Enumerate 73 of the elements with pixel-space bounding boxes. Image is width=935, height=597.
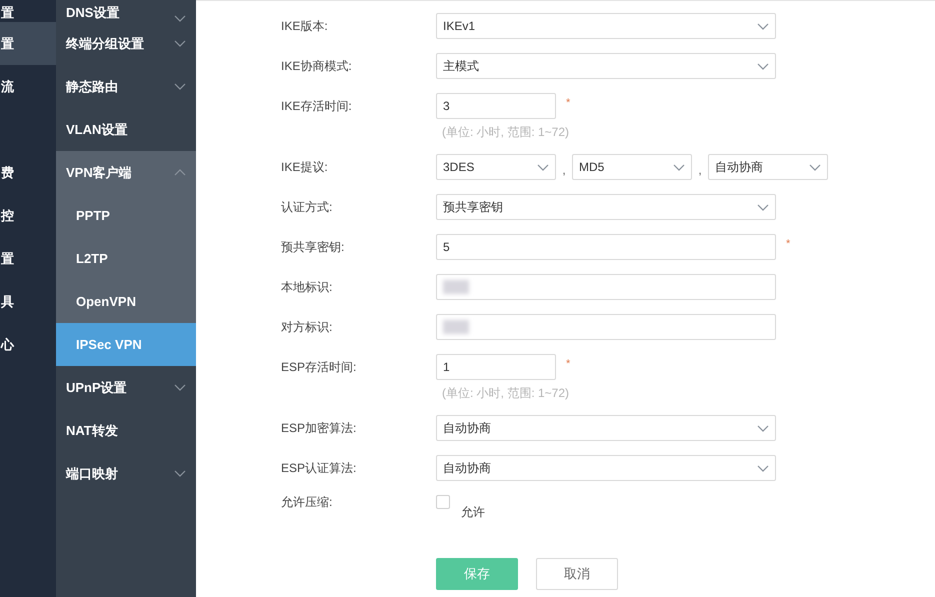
- hint-text: (单位: 小时, 范围: 1~72): [442, 124, 570, 141]
- select-field[interactable]: MD5: [572, 154, 692, 180]
- hint-text: (单位: 小时, 范围: 1~72): [442, 385, 570, 402]
- field-label: ESP存活时间:: [281, 359, 356, 376]
- checkbox-label: 允许: [461, 504, 485, 521]
- select-value: 预共享密钥: [443, 199, 503, 216]
- submenu-item[interactable]: OpenVPN: [56, 280, 196, 323]
- text-field[interactable]: [436, 274, 776, 300]
- select-value: MD5: [579, 159, 604, 176]
- select-field[interactable]: 自动协商: [436, 455, 776, 481]
- select-field[interactable]: 预共享密钥: [436, 194, 776, 220]
- chevron-down-icon: [757, 62, 769, 70]
- chevron-down-icon: [757, 424, 769, 432]
- field-label: ESP认证算法:: [281, 460, 356, 477]
- field-label: 允许压缩:: [281, 494, 332, 511]
- comma-separator: ,: [561, 162, 567, 179]
- chevron-down-icon: [537, 164, 549, 170]
- select-field[interactable]: IKEv1: [436, 13, 776, 39]
- select-field[interactable]: 自动协商: [436, 415, 776, 441]
- required-mark: *: [566, 357, 570, 372]
- field-label: 对方标识:: [281, 319, 332, 336]
- required-mark: *: [786, 237, 790, 252]
- field-label: 认证方式:: [281, 199, 332, 216]
- rail-item[interactable]: 置: [0, 22, 56, 65]
- menu-item[interactable]: 端口映射: [56, 452, 196, 495]
- field-label: IKE协商模式:: [281, 58, 352, 75]
- menu-item-label: 终端分组设置: [66, 34, 144, 53]
- comma-separator: ,: [697, 162, 703, 179]
- text-field[interactable]: [436, 314, 776, 340]
- menu-item-label: DNS设置: [66, 4, 120, 22]
- menu-item-label: UPnP设置: [66, 378, 127, 397]
- text-field[interactable]: 3: [436, 93, 556, 119]
- menu-item[interactable]: VPN客户端: [56, 151, 196, 194]
- menu-item-label: NAT转发: [66, 422, 118, 440]
- select-value: 自动协商: [443, 420, 491, 437]
- blurred-value: [443, 320, 469, 334]
- field-label: IKE存活时间:: [281, 98, 352, 115]
- select-value: IKEv1: [443, 18, 476, 35]
- submenu-item[interactable]: L2TP: [56, 237, 196, 280]
- chevron-down-icon: [809, 164, 821, 170]
- menu-item-label: VPN客户端: [66, 164, 132, 182]
- select-value: 自动协商: [443, 460, 491, 477]
- select-field[interactable]: 主模式: [436, 53, 776, 79]
- field-label: 本地标识:: [281, 279, 332, 296]
- field-label: 预共享密钥:: [281, 239, 344, 256]
- select-value: 自动协商: [715, 159, 763, 176]
- menu-item[interactable]: NAT转发: [56, 409, 196, 452]
- menu-item-label: VLAN设置: [66, 120, 128, 139]
- required-mark: *: [566, 96, 570, 111]
- menu-item[interactable]: 终端分组设置: [56, 22, 196, 65]
- chevron-down-icon: [757, 464, 769, 472]
- menu-item-label: 端口映射: [66, 464, 118, 483]
- menu-item-label: 静态路由: [66, 78, 118, 96]
- submenu-item[interactable]: PPTP: [56, 194, 196, 237]
- menu-item[interactable]: 静态路由: [56, 65, 196, 108]
- blurred-value: [443, 280, 469, 294]
- cancel-button[interactable]: 取消: [536, 558, 618, 590]
- chevron-down-icon: [673, 164, 685, 170]
- field-label: ESP加密算法:: [281, 420, 356, 437]
- select-value: 3DES: [443, 159, 474, 176]
- select-field[interactable]: 3DES: [436, 154, 556, 180]
- chevron-down-icon: [757, 22, 769, 30]
- menu-item[interactable]: VLAN设置: [56, 108, 196, 151]
- menu-item[interactable]: UPnP设置: [56, 366, 196, 409]
- text-field[interactable]: 5: [436, 234, 776, 260]
- field-label: IKE提议:: [281, 159, 328, 176]
- field-label: IKE版本:: [281, 18, 328, 35]
- select-field[interactable]: 自动协商: [708, 154, 828, 180]
- chevron-down-icon: [757, 204, 769, 210]
- select-value: 主模式: [443, 58, 479, 75]
- checkbox[interactable]: [436, 495, 450, 509]
- menu-item[interactable]: DNS设置: [56, 0, 196, 22]
- text-field[interactable]: 1: [436, 354, 556, 380]
